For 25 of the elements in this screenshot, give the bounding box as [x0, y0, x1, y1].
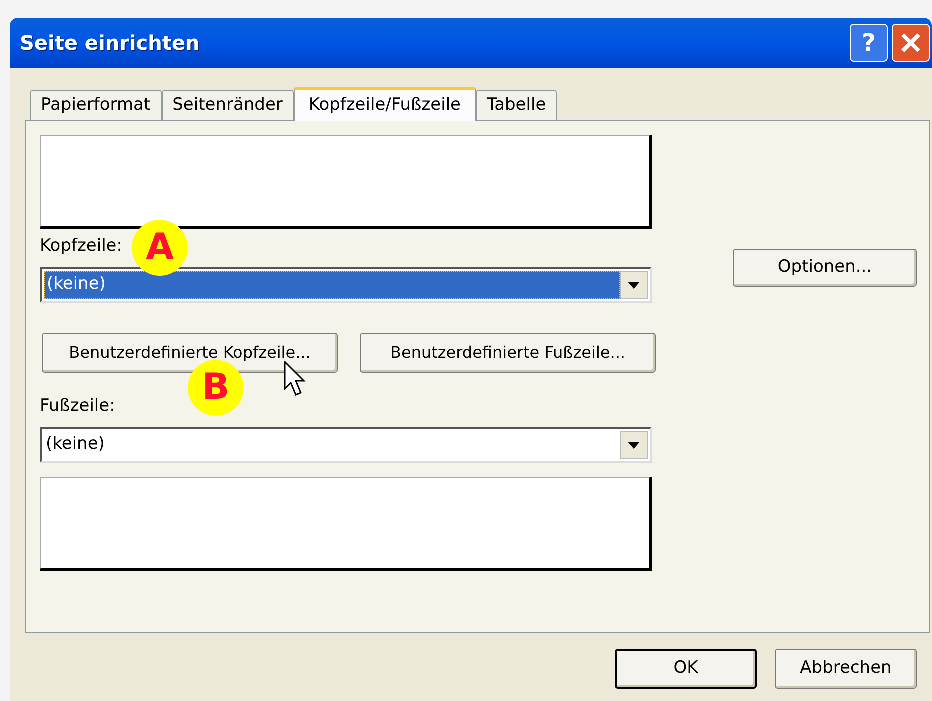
footer-label: Fußzeile: — [40, 395, 116, 418]
custom-button[interactable]: Benutzerdefinierte Fußzeile... — [360, 333, 656, 373]
header-label: Kopfzeile: — [40, 235, 122, 258]
caret-icon — [628, 442, 640, 448]
dialog-button[interactable]: Abbrechen — [775, 649, 917, 689]
tab[interactable]: Papierformat — [30, 90, 162, 120]
tab[interactable]: Kopfzeile/Fußzeile — [294, 87, 476, 121]
close-icon — [900, 32, 922, 54]
tab[interactable]: Tabelle — [476, 90, 558, 120]
mouse-pointer-icon — [284, 361, 306, 397]
close-button[interactable] — [892, 24, 930, 62]
dropdown-arrow-button[interactable] — [620, 431, 648, 459]
dropdown-value: (keine) — [45, 433, 106, 456]
help-button[interactable]: ? — [850, 24, 888, 62]
caret-icon — [628, 282, 640, 288]
custom-button[interactable]: Benutzerdefinierte Kopfzeile... — [42, 333, 338, 373]
callout-marker: B — [188, 360, 244, 416]
options-button[interactable]: Optionen... — [733, 249, 917, 287]
dropdown-arrow-button[interactable] — [620, 271, 648, 299]
header-dropdown[interactable]: (keine) — [40, 267, 652, 303]
window-title: Seite einrichten — [20, 30, 200, 57]
dialog-button[interactable]: OK — [615, 649, 757, 689]
dropdown-value: (keine) — [44, 271, 620, 299]
footer-dropdown[interactable]: (keine) — [40, 427, 652, 463]
tab[interactable]: Seitenränder — [162, 90, 294, 120]
